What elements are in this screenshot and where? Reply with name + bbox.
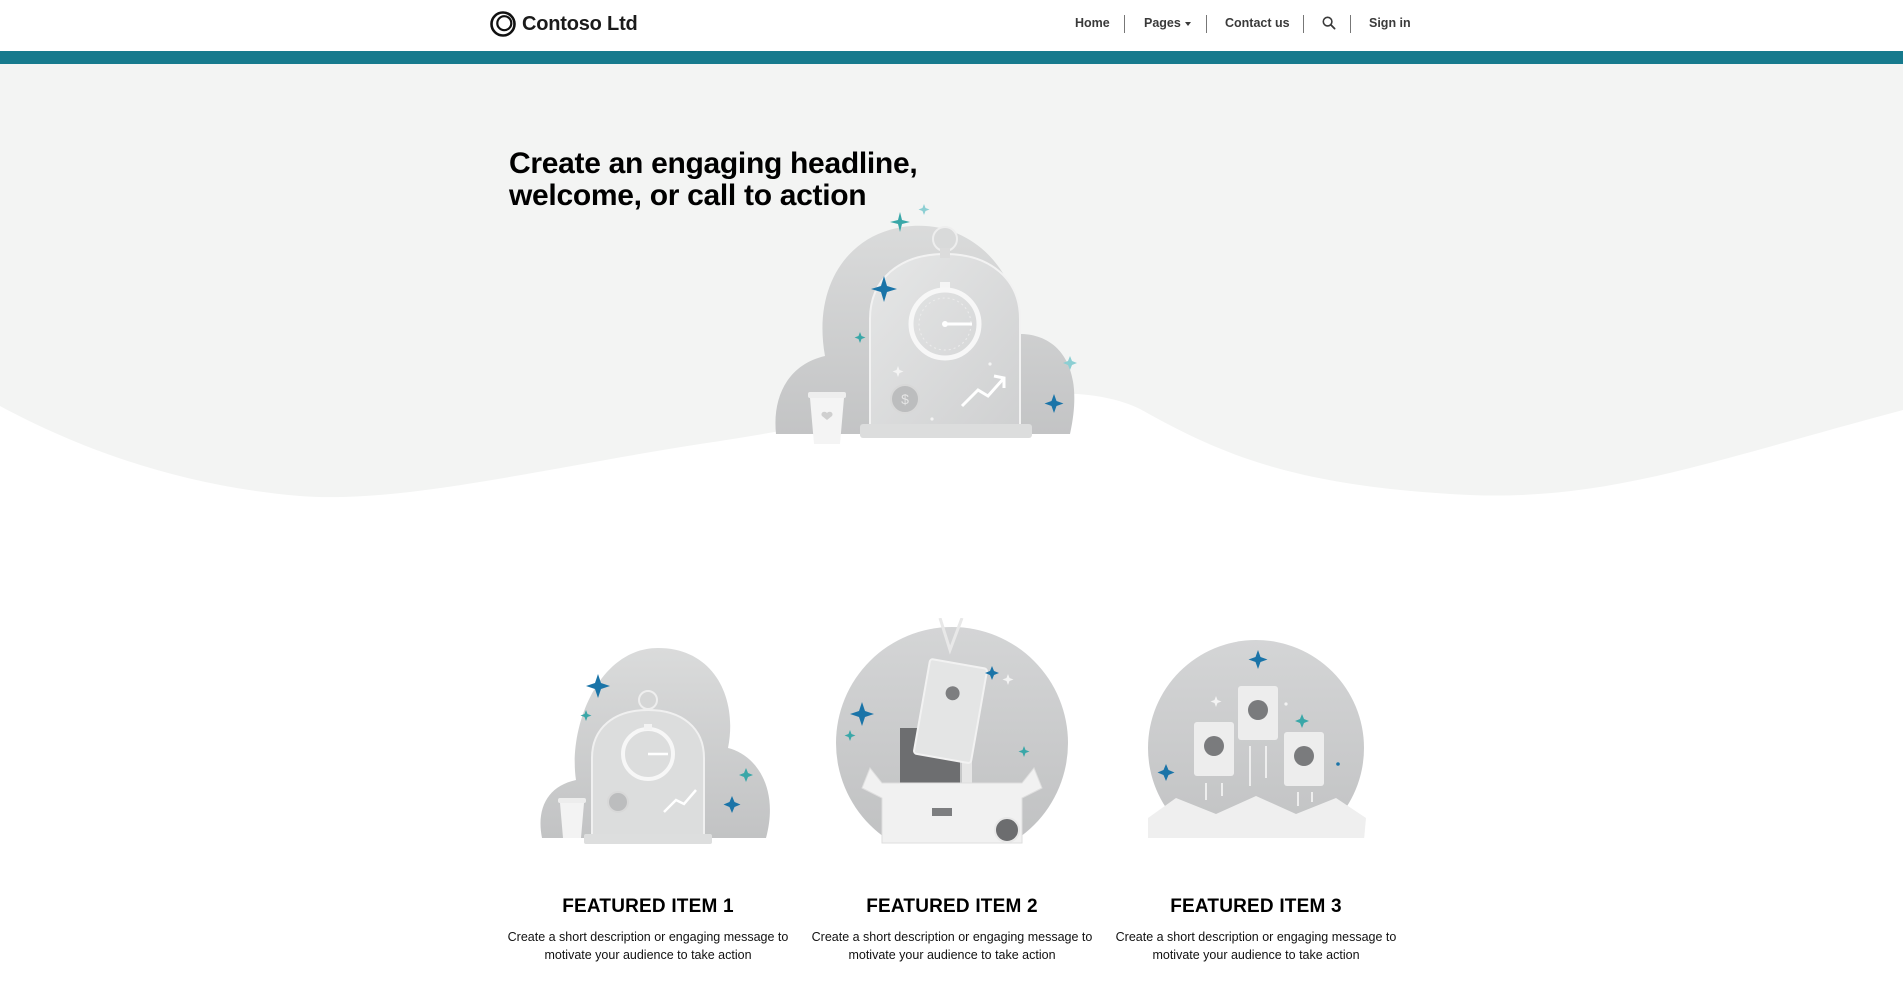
featured-item-3: FEATURED ITEM 3 Create a short descripti… [1106,618,1406,962]
svg-text:$: $ [901,391,909,407]
feature-title: FEATURED ITEM 3 [1170,896,1342,917]
site-header: Contoso Ltd Home Pages Contact us Sign i… [0,0,1903,51]
stopwatch-bell-jar-illustration: $ [775,204,1080,444]
feature-title: FEATURED ITEM 2 [866,896,1038,917]
info-cards-illustration [1126,640,1386,848]
brand-name: Contoso Ltd [522,12,638,35]
featured-item-2: FEATURED ITEM 2 Create a short descripti… [802,618,1102,962]
feature-title: FEATURED ITEM 1 [562,896,734,917]
contoso-logo-icon [490,11,516,37]
feature-description: Create a short description or engaging m… [811,930,1093,962]
nav-divider [1124,15,1125,33]
nav-divider [1303,15,1304,33]
search-icon[interactable] [1322,16,1336,30]
shipping-box-illustration [822,618,1082,848]
chevron-down-icon [1184,21,1191,26]
feature-description: Create a short description or engaging m… [1115,930,1397,962]
nav-contact-link[interactable]: Contact us [1225,16,1290,30]
nav-divider [1350,15,1351,33]
nav-divider [1206,15,1207,33]
featured-item-1: FEATURED ITEM 1 Create a short descripti… [498,618,798,962]
feature-description: Create a short description or engaging m… [507,930,789,962]
nav-home-link[interactable]: Home [1075,16,1110,30]
nav-pages-label: Pages [1144,16,1181,30]
accent-bar [0,51,1903,64]
brand[interactable]: Contoso Ltd [490,11,638,37]
hero-section: Create an engaging headline, welcome, or… [0,64,1903,504]
nav-pages-dropdown[interactable]: Pages [1144,16,1191,30]
sign-in-link[interactable]: Sign in [1369,16,1411,30]
stopwatch-bell-jar-illustration [540,648,770,844]
